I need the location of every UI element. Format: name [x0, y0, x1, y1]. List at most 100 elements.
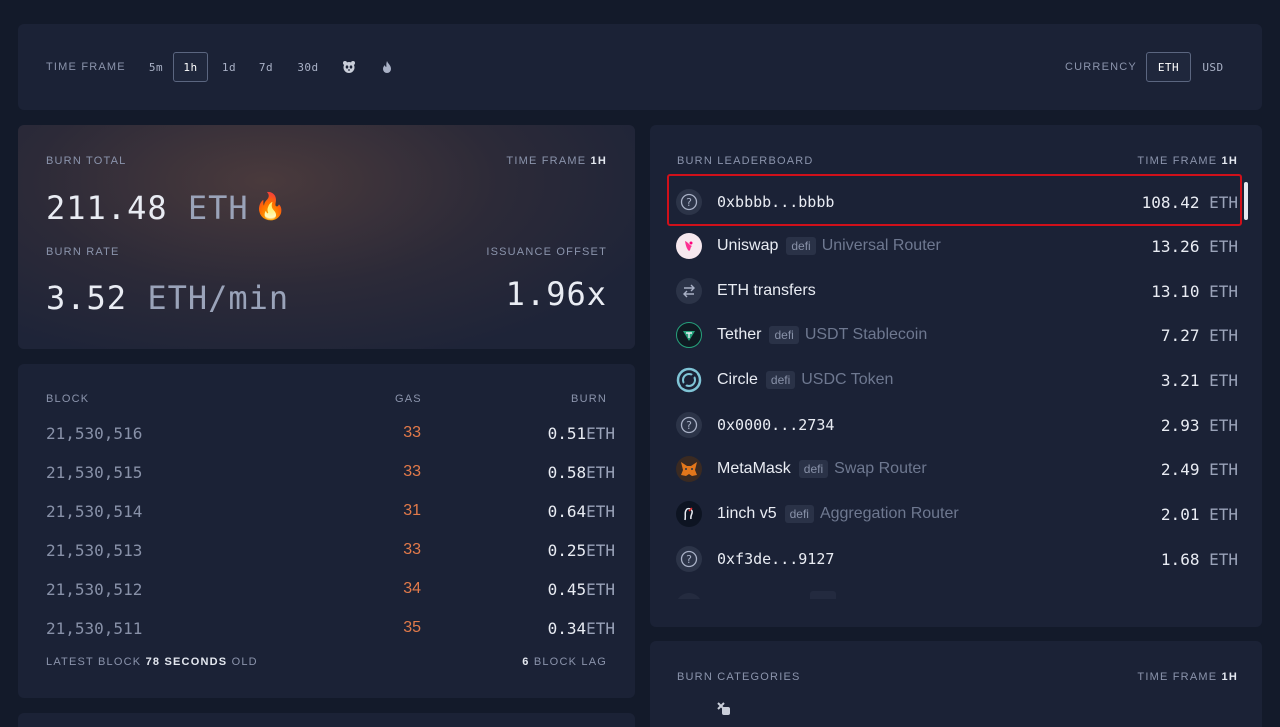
leaderboard-amount: 2.49 ETH	[1161, 460, 1238, 479]
time-frame-1d-button[interactable]: 1d	[214, 52, 244, 82]
burn-categories-label: BURN CATEGORIES	[677, 671, 801, 683]
burn-total-value: 211.48	[46, 189, 168, 227]
leaderboard-amount: 13.26 ETH	[1151, 237, 1238, 256]
issuance-offset-value: 1.96x	[505, 275, 607, 313]
row-icon	[676, 593, 702, 599]
amount-unit: ETH	[1209, 370, 1238, 390]
circle-icon	[676, 367, 702, 393]
leaderboard-description: USDC Token	[801, 371, 894, 388]
burn-rate-amount: 3.52 ETH/min	[46, 279, 289, 317]
leaderboard-row[interactable]: 1inch v5 defi Aggregation Router 2.01 ET…	[676, 499, 1238, 529]
block-number[interactable]: 21,530,511	[46, 619, 142, 638]
leaderboard-row[interactable]: Circle defi USDC Token 3.21 ETH	[676, 365, 1238, 395]
leaderboard-name[interactable]: 0xf3de...9127	[717, 550, 834, 568]
leaderboard-row[interactable]: ? 0x0000...2734 2.93 ETH	[676, 410, 1238, 440]
leaderboard-name[interactable]: MetaMask	[717, 460, 791, 478]
leaderboard-description: USDT Stablecoin	[804, 326, 928, 343]
burn-column-header: BURN	[571, 393, 607, 405]
table-row[interactable]: 21,530,516 33 0.51ETH	[46, 424, 615, 444]
burn-rate-unit: ETH/min	[147, 279, 290, 317]
burn-unit: ETH	[586, 502, 615, 521]
leaderboard-name[interactable]: Circle	[717, 371, 758, 389]
burn-total-amount: 211.48 ETH	[46, 189, 249, 227]
leaderboard-row[interactable]: ? 0xf3de...9127 1.68 ETH	[676, 544, 1238, 574]
leaderboard-row[interactable]: ETH transfers 13.10 ETH	[676, 276, 1238, 306]
burn-rate-label: BURN RATE	[46, 246, 120, 258]
block-lag: 6 BLOCK LAG	[522, 656, 607, 668]
leaderboard-name[interactable]: 1inch v5	[717, 505, 777, 523]
leaderboard-row[interactable]: Tether defi USDT Stablecoin 7.27 ETH	[676, 320, 1238, 350]
burn-rate-value: 3.52	[46, 279, 128, 317]
leaderboard-name[interactable]: 0x0000...2734	[717, 416, 834, 434]
amount-value: 1.68	[1160, 549, 1200, 569]
time-frame-value: 1h	[1221, 155, 1238, 167]
amount-value: 2.49	[1160, 459, 1200, 479]
burn-value: 0.34	[547, 619, 587, 638]
latest-block-seconds: 78	[145, 656, 161, 668]
table-row[interactable]: 21,530,512 34 0.45ETH	[46, 580, 615, 600]
uniswap-icon	[676, 233, 702, 259]
block-number[interactable]: 21,530,515	[46, 463, 142, 482]
block-burn: 0.25ETH	[548, 541, 615, 560]
categories-time-frame: TIME FRAME 1h	[1137, 671, 1238, 683]
amount-unit: ETH	[1209, 281, 1238, 301]
transfer-icon	[676, 278, 702, 304]
selection-highlight	[667, 174, 1242, 226]
amount-value: 3.21	[1160, 370, 1200, 390]
burn-total-time-frame: TIME FRAME 1h	[506, 155, 607, 167]
block-column-header: BLOCK	[46, 393, 90, 405]
latest-block-unit: SECONDS	[164, 656, 228, 668]
amount-unit: ETH	[1209, 549, 1238, 569]
leaderboard-label: BURN LEADERBOARD	[677, 155, 814, 167]
time-frame-1h-button[interactable]: 1h	[173, 52, 208, 82]
amount-value: 2.93	[1160, 415, 1200, 435]
panda-icon	[343, 61, 355, 73]
burn-value: 0.51	[547, 424, 587, 443]
leaderboard-scrollbar[interactable]	[1244, 182, 1248, 220]
category-tag: defi	[765, 371, 796, 389]
currency-eth-button[interactable]: ETH	[1146, 52, 1191, 82]
currency-usd-button[interactable]: USD	[1196, 52, 1230, 82]
leaderboard-row[interactable]: MetaMask defi Swap Router 2.49 ETH	[676, 454, 1238, 484]
leaderboard-name[interactable]: Uniswap	[717, 237, 778, 255]
leaderboard-description: Aggregation Router	[819, 505, 959, 522]
time-frame-30d-button[interactable]: 30d	[290, 52, 326, 82]
block-number[interactable]: 21,530,514	[46, 502, 142, 521]
table-row[interactable]: 21,530,515 33 0.58ETH	[46, 463, 615, 483]
amount-unit: ETH	[1209, 459, 1238, 479]
leaderboard-amount: 7.27 ETH	[1161, 326, 1238, 345]
gas-price: 33	[403, 541, 421, 558]
time-frame-label: TIME FRAME	[506, 155, 587, 167]
leaderboard-amount: 3.21 ETH	[1161, 371, 1238, 390]
gas-price: 31	[403, 502, 421, 519]
fire-icon	[383, 61, 391, 73]
burn-unit: ETH	[586, 424, 615, 443]
1inch-icon	[676, 501, 702, 527]
amount-value: 7.27	[1160, 325, 1200, 345]
question-icon: ?	[676, 412, 702, 438]
block-number[interactable]: 21,530,513	[46, 541, 142, 560]
block-burn: 0.34ETH	[548, 619, 615, 638]
leaderboard-name[interactable]: Tether	[717, 326, 761, 344]
category-tag	[810, 591, 836, 599]
bottom-left-card	[18, 713, 635, 727]
time-frame-since-merge-button[interactable]	[336, 52, 362, 82]
amount-unit: ETH	[1209, 325, 1238, 345]
gas-price: 35	[403, 619, 421, 636]
burn-unit: ETH	[586, 580, 615, 599]
time-frame-7d-button[interactable]: 7d	[251, 52, 281, 82]
leaderboard-row-clipped	[676, 591, 1236, 599]
block-number[interactable]: 21,530,516	[46, 424, 142, 443]
table-row[interactable]: 21,530,514 31 0.64ETH	[46, 502, 615, 522]
leaderboard-description: Universal Router	[821, 237, 941, 254]
time-frame-5m-button[interactable]: 5m	[141, 52, 171, 82]
burn-value: 0.25	[547, 541, 587, 560]
time-frame-since-burn-button[interactable]	[374, 52, 400, 82]
amount-unit: ETH	[1209, 236, 1238, 256]
leaderboard-name[interactable]: ETH transfers	[717, 282, 816, 300]
table-row[interactable]: 21,530,513 33 0.25ETH	[46, 541, 615, 561]
metamask-icon	[676, 456, 702, 482]
table-row[interactable]: 21,530,511 35 0.34ETH	[46, 619, 615, 639]
block-number[interactable]: 21,530,512	[46, 580, 142, 599]
leaderboard-row[interactable]: Uniswap defi Universal Router 13.26 ETH	[676, 231, 1238, 261]
